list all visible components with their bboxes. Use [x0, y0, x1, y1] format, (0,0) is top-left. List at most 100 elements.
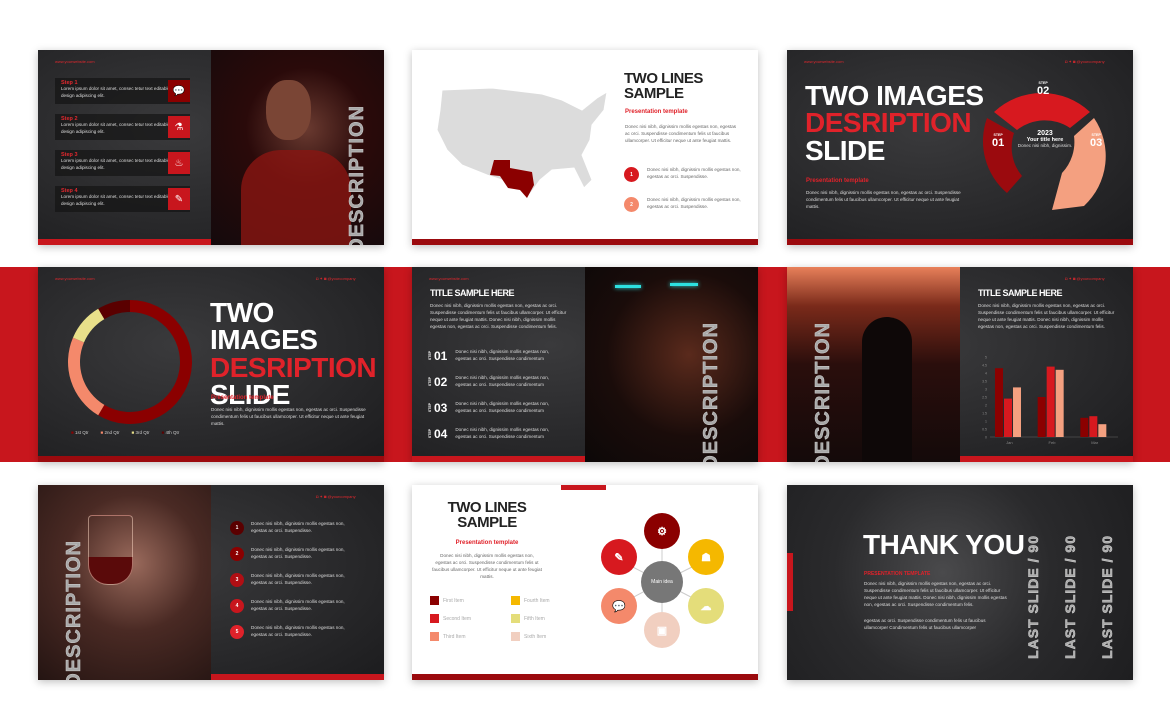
title: THANK YOU [863, 529, 1025, 560]
bar-chart: 0 0.5 1 1.5 2 2.5 3 3.5 4 4.5 5 Jan Feb Mar [982, 356, 1118, 445]
legend-item: Third Item [430, 632, 466, 641]
legend-label: Sixth Item [524, 633, 547, 640]
legend-item: Sixth Item [511, 632, 546, 641]
title: TWO LINES SAMPLE [624, 70, 703, 102]
y-tick-label: 1.5 [982, 412, 987, 416]
subtitle: Presentation template [455, 540, 519, 546]
top-accent [561, 485, 606, 490]
vertical-last-slide: LAST SLIDE / 90 [1062, 535, 1079, 659]
y-tick-label: 5 [985, 356, 987, 360]
donut-legend: ■ 1st Qtr ■ 2nd Qtr ■ 3rd Qtr ■ 4th Qtr [71, 430, 179, 435]
vertical-last-slide: LAST SLIDE / 90 [1099, 535, 1116, 659]
donut-slice-1 [98, 300, 192, 424]
subtitle: Presentation template [806, 178, 869, 184]
brain-icon: ☁ [688, 588, 724, 624]
side-accent [787, 553, 793, 611]
donut-slice-3 [72, 308, 105, 343]
body-text: Donec nisi nibh, dignissim mollis egesta… [211, 407, 366, 426]
slide-donut[interactable]: www.yourwebsite.com ◘ ✦ ◙ @yourcompany ■… [38, 267, 384, 462]
pencil-icon: ✎ [601, 539, 637, 575]
bar-Jan-3 [1013, 387, 1021, 437]
step-text: Donec nisi nibh, dignissim mollis egesta… [455, 349, 550, 361]
subtitle: Presentation template [625, 109, 688, 115]
bar-Mar-2 [1089, 416, 1098, 437]
vertical-description: DESCRIPTION [346, 105, 369, 245]
bottom-bar [412, 674, 758, 680]
title: TWO IMAGES DESRIPTION SLIDE [210, 297, 377, 411]
legend-swatch [511, 632, 520, 641]
y-tick-label: 3 [985, 388, 987, 392]
legend-swatch: ■ [161, 430, 165, 435]
bar-Mar-3 [1098, 424, 1107, 437]
step-number: 02 [434, 375, 448, 389]
step-item: STEP 02 Donec nisi nibh, dignissim molli… [428, 375, 555, 389]
slide-bar-chart[interactable]: DESCRIPTION ◘ ✦ ◙ @yourcompany TITLE SAM… [787, 267, 1133, 462]
team-icon: ☗ [688, 539, 724, 575]
list-text: Donec nisi nibh, dignissim mollis egesta… [251, 625, 345, 637]
legend-label: Second Item [443, 615, 472, 622]
list-text: Donec nisi nibh, dignissim mollis egesta… [251, 521, 345, 533]
bar-Jan-2 [1004, 398, 1012, 437]
slide-list[interactable]: DESCRIPTION ◘ ✦ ◙ @yourcompany 1 Donec n… [38, 485, 384, 680]
slide-numbered-steps[interactable]: www.yourwebsite.com TITLE SAMPLE HERE Do… [412, 267, 758, 462]
legend-label: 1st Qtr [74, 430, 89, 435]
legend-item: ■ 2nd Qtr [101, 430, 120, 435]
y-tick-label: 4.5 [982, 364, 987, 368]
step-number: 01 [434, 349, 448, 363]
social-row: ◘ ✦ ◙ @yourcompany [316, 276, 356, 281]
fire-icon: ♨ [168, 152, 190, 174]
y-tick-label: 0.5 [982, 428, 987, 432]
legend-swatch [430, 632, 439, 641]
legend-label: Third Item [443, 633, 466, 640]
legend-item: ■ 4th Qtr [162, 430, 180, 435]
legend-swatch: ■ [100, 430, 104, 435]
bottom-bar [412, 239, 758, 245]
slide-arc-steps[interactable]: www.yourwebsite.com ◘ ✦ ◙ @yourcompany T… [787, 50, 1133, 245]
vertical-description: DESCRIPTION [812, 322, 835, 462]
legend-label: Fourth Item [524, 597, 550, 604]
step-item: STEP 03 Donec nisi nibh, dignissim molli… [428, 401, 555, 415]
slide-thank-you[interactable]: THANK YOU PRESENTATION TEMPLATE Donec ni… [787, 485, 1133, 680]
man-photo: DESCRIPTION [211, 50, 384, 245]
legend-item: ■ 3rd Qtr [132, 430, 150, 435]
list-badge: 1 [230, 521, 244, 535]
step-number: 03 [434, 401, 448, 415]
website-url: www.yourwebsite.com [429, 276, 469, 281]
x-tick-label: Mar [1091, 440, 1099, 445]
slide-map[interactable]: TWO LINES SAMPLE Presentation template Do… [412, 50, 758, 245]
step-text: Donec nisi nibh, dignissim mollis egesta… [455, 375, 550, 387]
legend-item: Fourth Item [511, 596, 550, 605]
body-text-2: egestas ac orci. Suspendisse condimentum… [864, 618, 986, 630]
legend-label: 4th Qtr [165, 430, 180, 435]
chat-icon: 💬 [601, 588, 637, 624]
slide-steps[interactable]: www.yourwebsite.com DESCRIPTION Step 1 L… [38, 50, 384, 245]
step-text: Donec nisi nibh, dignissim mollis egesta… [455, 401, 550, 413]
step-text: Donec nisi nibh, dignissim mollis egesta… [455, 427, 550, 439]
legend-swatch [430, 614, 439, 623]
step-label: STEP [428, 429, 432, 439]
briefcase-icon: ▣ [644, 612, 680, 648]
step-02: STEP 02 [1037, 81, 1050, 97]
y-tick-label: 0 [985, 436, 987, 440]
bottom-bar [38, 239, 211, 245]
legend-swatch: ■ [131, 430, 135, 435]
legend-item: ■ 1st Qtr [71, 430, 89, 435]
step-item: STEP 04 Donec nisi nibh, dignissim molli… [428, 427, 555, 441]
slide-mind-map[interactable]: TWO LINES SAMPLE Presentation template Do… [412, 485, 758, 680]
woman-photo: DESCRIPTION [585, 267, 758, 462]
legend-label: First Item [443, 597, 464, 604]
website-url: www.yourwebsite.com [55, 276, 95, 281]
list-badge: 4 [230, 599, 244, 613]
legend-swatch [511, 614, 520, 623]
flask-icon: ⚗ [168, 116, 190, 138]
title: TITLE SAMPLE HERE [430, 288, 515, 298]
step-label: STEP [428, 351, 432, 361]
bar-Feb-2 [1046, 366, 1055, 437]
legend-label: Fifth Item [524, 615, 545, 622]
social-row: ◘ ✦ ◙ @yourcompany [316, 494, 356, 499]
main-idea-node: Main idea [641, 561, 683, 603]
body-text: Donec nisi nibh, dignissim mollis egesta… [432, 553, 542, 579]
legend-item: Second Item [430, 614, 471, 623]
donut-slice-4 [98, 300, 130, 320]
donut-chart [68, 300, 192, 424]
